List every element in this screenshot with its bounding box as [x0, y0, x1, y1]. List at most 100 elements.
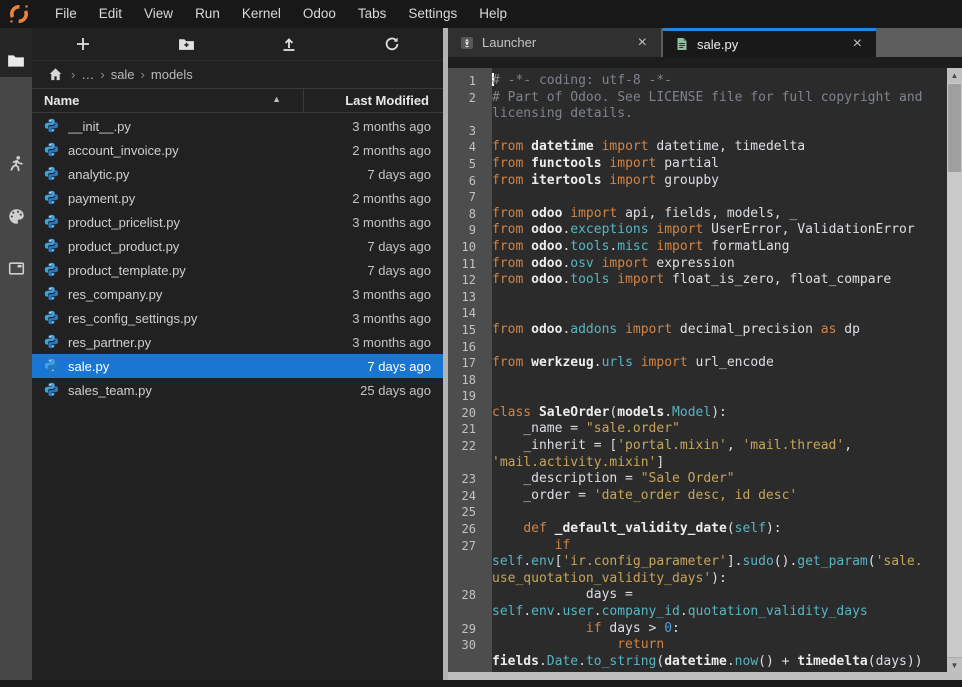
folder-icon: [7, 52, 25, 70]
code-line-9: 9from odoo.exceptions import UserError, …: [448, 222, 947, 239]
column-header-name[interactable]: Name ▲: [32, 93, 303, 108]
new-launcher-button[interactable]: [63, 31, 103, 57]
file-row-sales_team.py[interactable]: sales_team.py25 days ago: [32, 378, 443, 402]
code-line-1: 1# -*- coding: utf-8 -*-: [448, 73, 947, 90]
launcher-icon: [460, 36, 474, 50]
file-row-analytic.py[interactable]: analytic.py7 days ago: [32, 162, 443, 186]
file-row-payment.py[interactable]: payment.py2 months ago: [32, 186, 443, 210]
code-line-27: 27 if: [448, 538, 947, 555]
file-row-account_invoice.py[interactable]: account_invoice.py2 months ago: [32, 138, 443, 162]
scrollbar-thumb[interactable]: [948, 84, 961, 172]
breadcrumb-segment[interactable]: …: [81, 67, 94, 82]
file-name: res_company.py: [68, 287, 293, 302]
file-row-res_company.py[interactable]: res_company.py3 months ago: [32, 282, 443, 306]
file-name: product_pricelist.py: [68, 215, 293, 230]
code-text: [484, 504, 492, 521]
code-line-25: 25: [448, 504, 947, 521]
vertical-scrollbar[interactable]: ▲ ▼: [947, 68, 962, 672]
horizontal-scrollbar[interactable]: [448, 672, 962, 680]
line-number: 8: [448, 206, 484, 223]
home-icon[interactable]: [48, 67, 63, 82]
scroll-down-icon[interactable]: ▼: [947, 657, 962, 672]
code-text: return: [484, 637, 664, 654]
close-icon[interactable]: ×: [847, 36, 868, 52]
code-text: [484, 189, 492, 206]
line-number: 20: [448, 405, 484, 422]
file-row-product_pricelist.py[interactable]: product_pricelist.py3 months ago: [32, 210, 443, 234]
menu-kernel[interactable]: Kernel: [231, 0, 292, 28]
menu-settings[interactable]: Settings: [397, 0, 468, 28]
code-text: from odoo.osv import expression: [484, 256, 735, 273]
menu-tabs[interactable]: Tabs: [347, 0, 398, 28]
code-line-19: 19: [448, 388, 947, 405]
code-line-30: 30 return: [448, 637, 947, 654]
code-text: [484, 339, 492, 356]
code-line-15: 15from odoo.addons import decimal_precis…: [448, 322, 947, 339]
last-modified-column-label: Last Modified: [345, 93, 429, 108]
menu-odoo[interactable]: Odoo: [292, 0, 347, 28]
code-text: from itertools import groupby: [484, 173, 719, 190]
tab-launcher[interactable]: Launcher×: [448, 28, 661, 57]
line-number: 28: [448, 587, 484, 604]
line-number: 15: [448, 322, 484, 339]
code-text: from odoo.tools import float_is_zero, fl…: [484, 272, 891, 289]
column-header-last-modified[interactable]: Last Modified: [303, 89, 443, 112]
upload-button[interactable]: [269, 31, 309, 57]
file-last-modified: 25 days ago: [293, 383, 443, 398]
sort-ascending-icon: ▲: [272, 94, 281, 104]
activity-sidebar: [0, 28, 32, 680]
open-tabs-tab[interactable]: [0, 252, 32, 284]
code-text: from odoo.addons import decimal_precisio…: [484, 322, 860, 339]
commands-tab[interactable]: [0, 200, 32, 232]
line-number: 30: [448, 637, 484, 654]
code-line-3: 3: [448, 123, 947, 140]
line-number: 27: [448, 538, 484, 555]
menu-run[interactable]: Run: [184, 0, 231, 28]
code-text: days =: [484, 587, 633, 604]
code-text: _name = "sale.order": [484, 421, 680, 438]
menu-help[interactable]: Help: [468, 0, 518, 28]
code-line-wrap: use_quotation_validity_days'):: [448, 571, 947, 588]
editor-panel: Launcher×sale.py× 1# -*- coding: utf-8 -…: [448, 28, 962, 680]
menu-edit[interactable]: Edit: [88, 0, 133, 28]
line-number: 1: [448, 73, 484, 90]
code-line-6: 6from itertools import groupby: [448, 173, 947, 190]
python-icon: [44, 118, 59, 133]
line-number: 26: [448, 521, 484, 538]
line-number: 17: [448, 355, 484, 372]
close-icon[interactable]: ×: [632, 35, 653, 51]
code-line-wrap: self.env['ir.config_parameter'].sudo().g…: [448, 554, 947, 571]
menu-view[interactable]: View: [133, 0, 184, 28]
new-folder-button[interactable]: [166, 31, 206, 57]
file-row-sale.py[interactable]: sale.py7 days ago: [32, 354, 443, 378]
breadcrumb-separator: ›: [141, 67, 145, 82]
code-line-2: 2# Part of Odoo. See LICENSE file for fu…: [448, 90, 947, 107]
file-row-res_partner.py[interactable]: res_partner.py3 months ago: [32, 330, 443, 354]
scroll-up-icon[interactable]: ▲: [947, 68, 962, 83]
running-sessions-tab[interactable]: [0, 147, 32, 179]
python-icon: [44, 334, 59, 349]
code-line-16: 16: [448, 339, 947, 356]
breadcrumb-segment[interactable]: models: [151, 67, 193, 82]
file-list: __init__.py3 months agoaccount_invoice.p…: [32, 114, 443, 402]
code-editor[interactable]: 1# -*- coding: utf-8 -*-2# Part of Odoo.…: [448, 68, 947, 672]
code-text: from datetime import datetime, timedelta: [484, 139, 805, 156]
code-line-18: 18: [448, 372, 947, 389]
file-row-product_product.py[interactable]: product_product.py7 days ago: [32, 234, 443, 258]
tab-sale-py[interactable]: sale.py×: [663, 28, 876, 57]
line-number: 7: [448, 189, 484, 206]
file-row-res_config_settings.py[interactable]: res_config_settings.py3 months ago: [32, 306, 443, 330]
menu-file[interactable]: File: [44, 0, 88, 28]
code-line-wrap: self.env.user.company_id.quotation_valid…: [448, 604, 947, 621]
file-browser-tab[interactable]: [0, 45, 32, 77]
line-number: 3: [448, 123, 484, 140]
code-line-wrap: licensing details.: [448, 106, 947, 123]
file-row-__init__.py[interactable]: __init__.py3 months ago: [32, 114, 443, 138]
file-row-product_template.py[interactable]: product_template.py7 days ago: [32, 258, 443, 282]
refresh-button[interactable]: [372, 31, 412, 57]
file-last-modified: 2 months ago: [293, 143, 443, 158]
line-number: 2: [448, 90, 484, 107]
tab-label: Launcher: [482, 35, 632, 50]
breadcrumb-segment[interactable]: sale: [111, 67, 135, 82]
code-text: 'mail.activity.mixin']: [484, 455, 664, 472]
